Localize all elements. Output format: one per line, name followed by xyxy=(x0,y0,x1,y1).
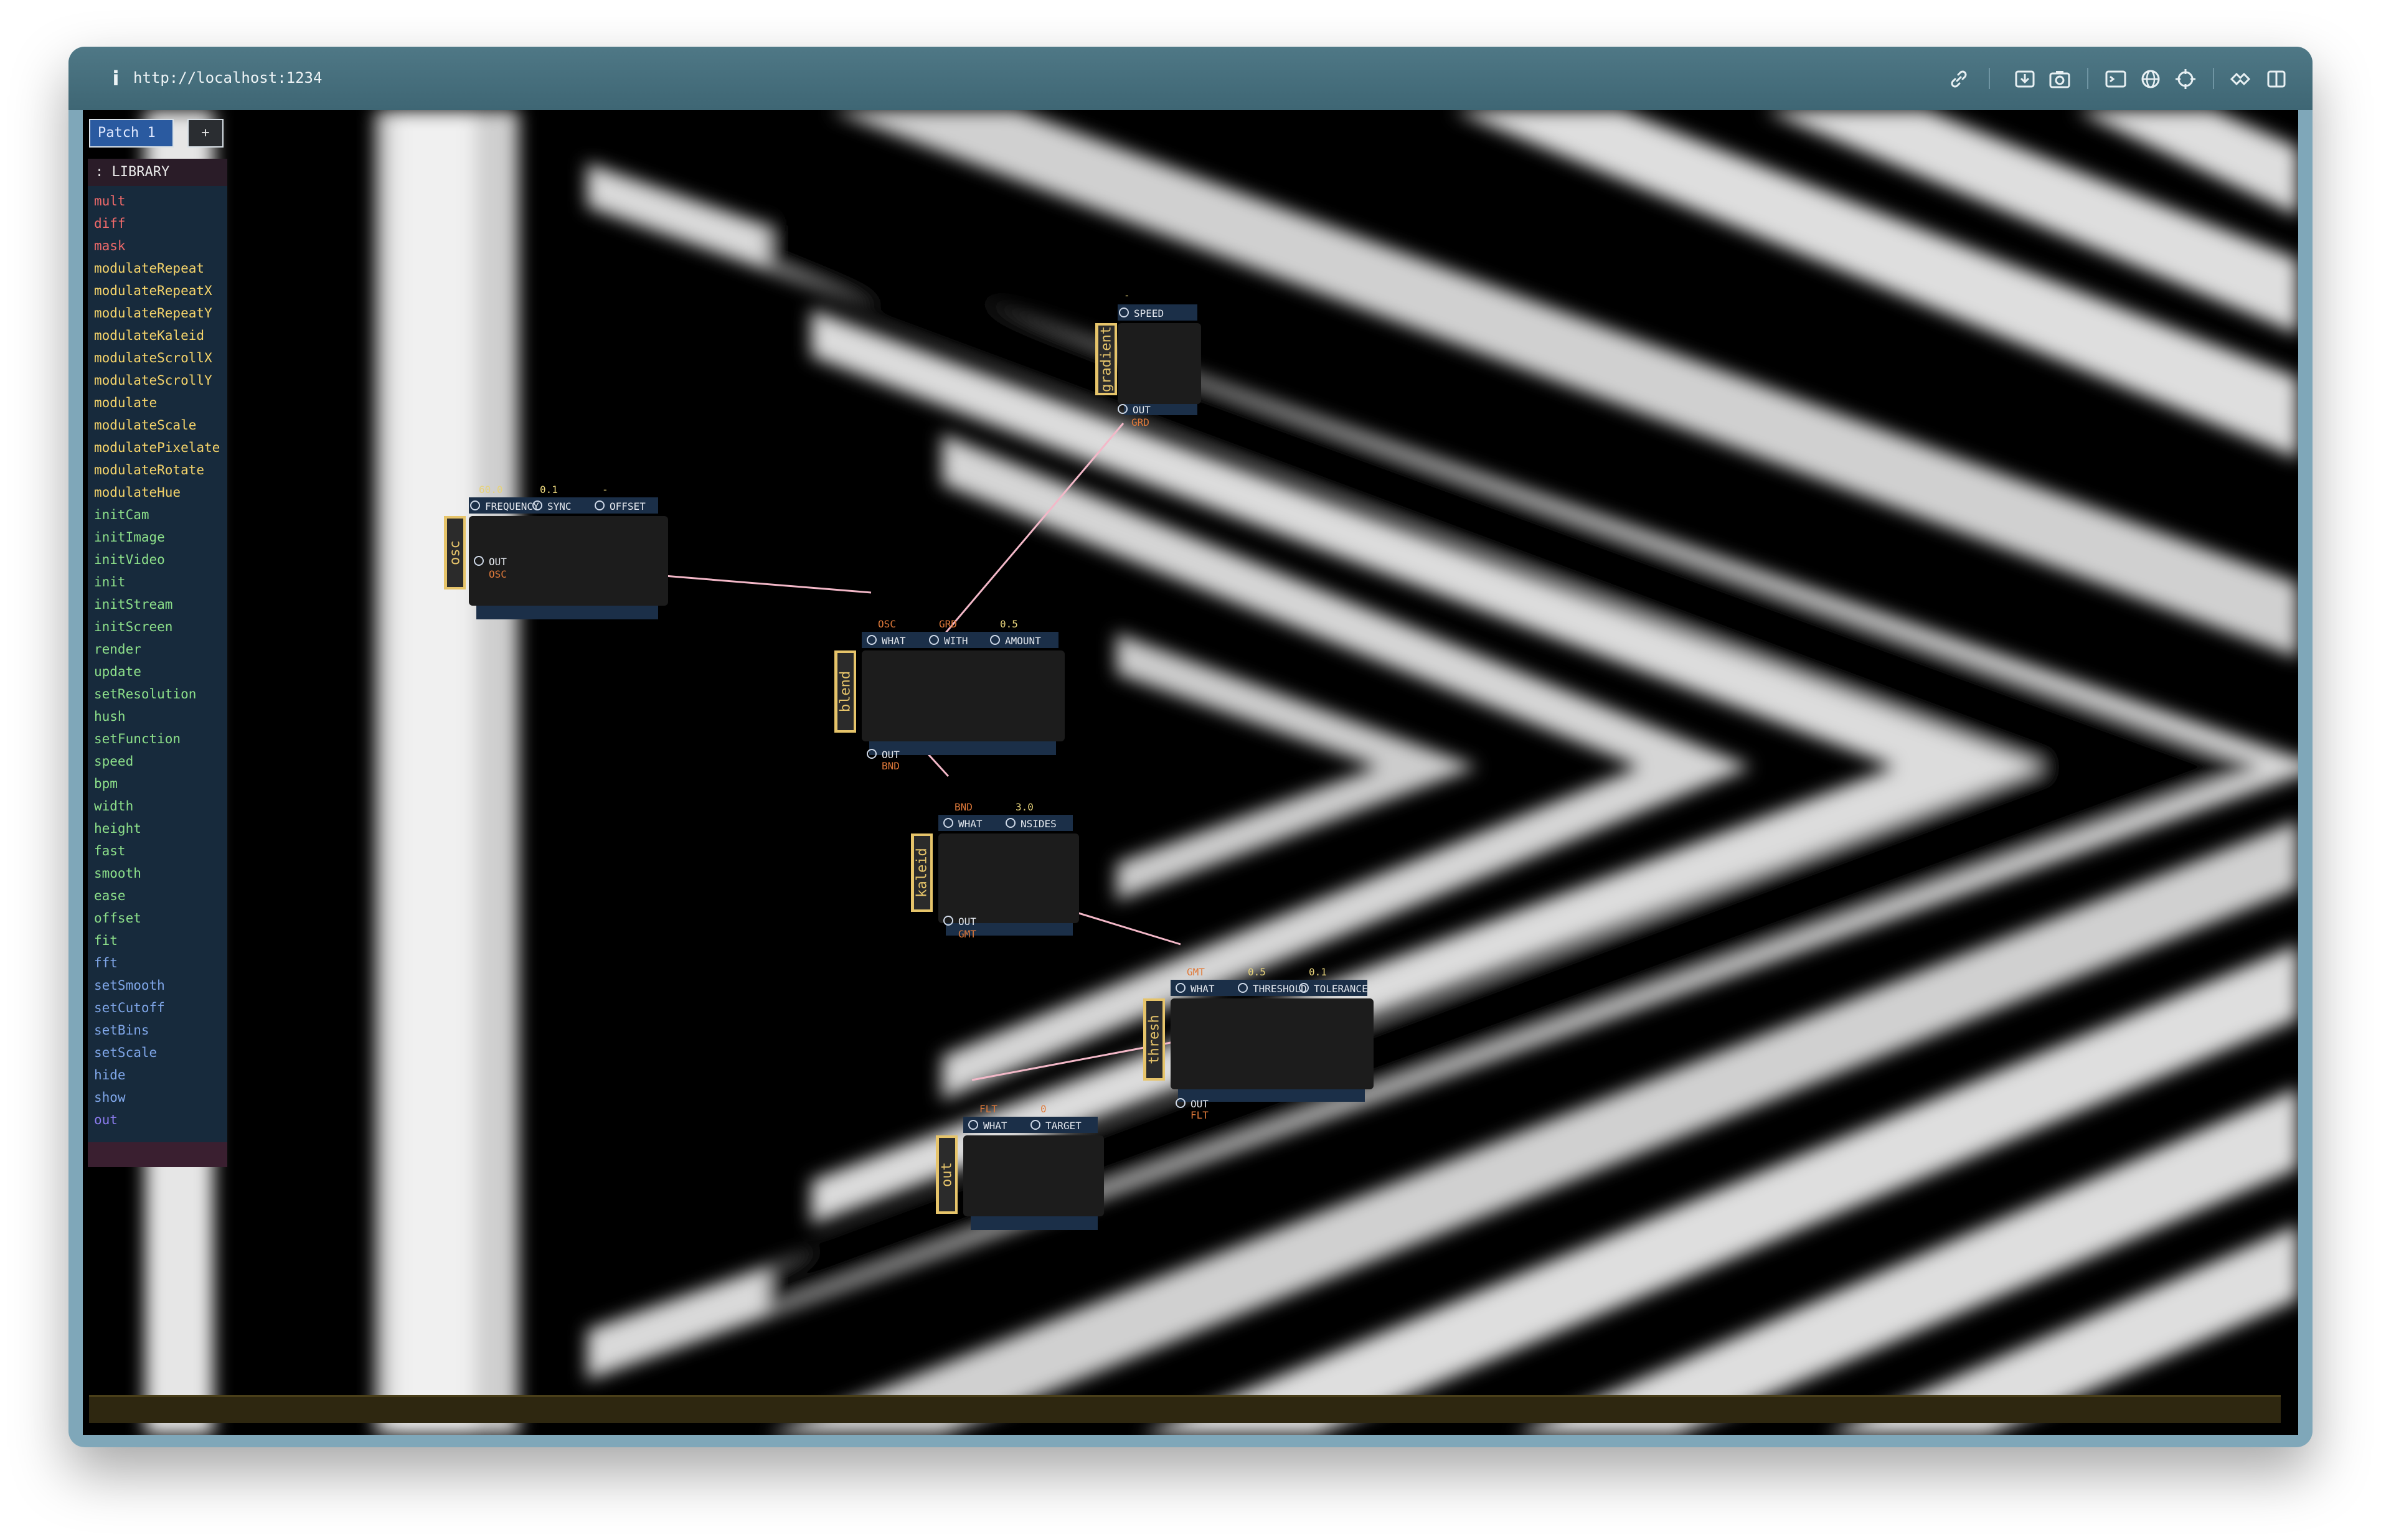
node-thresh[interactable]: GMT 0.5 0.1 WHAT THRESHOLD TOLERANCE thr… xyxy=(1143,966,1374,1121)
bottom-console-bar[interactable] xyxy=(89,1395,2281,1423)
browser-window: i http://localhost:1234 Patch 1 +: LIBR… xyxy=(68,47,2313,1447)
node-name-tag[interactable]: thresh xyxy=(1143,998,1165,1081)
node-body xyxy=(1171,998,1374,1089)
node-name-tag[interactable]: out xyxy=(936,1135,958,1214)
what-label: WHAT xyxy=(1190,983,1215,995)
nsides-label: NSIDES xyxy=(1021,818,1057,830)
node-name: gradient xyxy=(1098,326,1115,392)
out-port[interactable] xyxy=(1118,404,1128,414)
toolbar-divider xyxy=(2087,68,2088,89)
with-port[interactable] xyxy=(929,635,939,645)
node-osc[interactable]: 60.0 0.1 - FREQUENCY SYNC OFFSET osc OUT… xyxy=(444,484,668,628)
out-tag: OSC xyxy=(489,568,507,580)
what-label: WHAT xyxy=(882,635,906,647)
what-source: GMT xyxy=(1187,966,1205,978)
download-icon[interactable] xyxy=(2012,67,2037,92)
node-kaleid[interactable]: BND 3.0 WHAT NSIDES kaleid OUT GMT xyxy=(911,801,1079,951)
out-tag: BND xyxy=(882,760,900,772)
split-view-icon[interactable] xyxy=(2264,67,2289,92)
address-bar[interactable]: http://localhost:1234 xyxy=(133,64,322,92)
node-name: blend xyxy=(837,670,854,713)
globe-icon[interactable] xyxy=(2138,67,2163,92)
out-port[interactable] xyxy=(943,916,953,926)
node-out[interactable]: FLT 0 WHAT TARGET out xyxy=(936,1103,1104,1246)
sync-port[interactable] xyxy=(532,500,542,510)
out-port[interactable] xyxy=(474,556,484,566)
terminal-icon[interactable] xyxy=(2103,67,2128,92)
tolerance-label: TOLERANCE xyxy=(1314,983,1368,995)
sync-value[interactable]: 0.1 xyxy=(540,484,558,495)
what-source: FLT xyxy=(979,1103,997,1115)
link-icon[interactable] xyxy=(1946,67,1971,92)
out-label: OUT xyxy=(958,916,976,927)
toolbar-divider xyxy=(1989,68,1990,89)
node-name: out xyxy=(939,1162,955,1187)
speed-value[interactable]: - xyxy=(1124,289,1130,301)
target-value[interactable]: 0 xyxy=(1040,1103,1047,1115)
node-blend[interactable]: OSC GRD 0.5 WHAT WITH AMOUNT blend OUT B… xyxy=(834,618,1065,772)
what-source: BND xyxy=(955,801,973,813)
out-tag: GRD xyxy=(1131,416,1149,428)
with-source: GRD xyxy=(939,618,957,630)
node-name-tag[interactable]: blend xyxy=(834,650,856,733)
camera-icon[interactable] xyxy=(2047,67,2072,92)
toolbar-divider xyxy=(2213,68,2214,89)
node-body xyxy=(938,833,1079,923)
frequency-label: FREQUENCY xyxy=(485,500,539,512)
mixer-icon[interactable] xyxy=(2228,67,2253,92)
frequency-port[interactable] xyxy=(470,500,480,510)
title-bar: i http://localhost:1234 xyxy=(68,47,2313,110)
node-body xyxy=(1118,323,1201,404)
amount-label: AMOUNT xyxy=(1005,635,1041,647)
out-port[interactable] xyxy=(867,749,877,759)
what-port[interactable] xyxy=(1176,983,1186,993)
tolerance-value[interactable]: 0.1 xyxy=(1309,966,1327,978)
canvas-viewport[interactable]: Patch 1 + : LIBRARY mult diff mask modulate… xyxy=(83,110,2298,1435)
out-tag: FLT xyxy=(1190,1109,1209,1121)
what-label: WHAT xyxy=(958,818,983,830)
tolerance-port[interactable] xyxy=(1299,983,1309,993)
frequency-value[interactable]: 60.0 xyxy=(479,484,503,495)
node-name: thresh xyxy=(1146,1015,1162,1064)
target-label: TARGET xyxy=(1045,1120,1082,1132)
what-port[interactable] xyxy=(943,818,953,828)
out-label: OUT xyxy=(1133,404,1151,416)
node-name: kaleid xyxy=(914,848,930,898)
target-port[interactable] xyxy=(1030,1120,1040,1130)
wire-gradient-blend xyxy=(939,423,1124,640)
offset-value[interactable]: - xyxy=(602,484,608,495)
offset-port[interactable] xyxy=(595,500,605,510)
what-label: WHAT xyxy=(983,1120,1007,1132)
out-tag: GMT xyxy=(958,928,976,940)
out-label: OUT xyxy=(489,556,507,568)
info-button[interactable]: i xyxy=(103,63,128,94)
nsides-value[interactable]: 3.0 xyxy=(1016,801,1034,813)
node-name: osc xyxy=(447,540,463,565)
speed-port[interactable] xyxy=(1119,308,1129,317)
node-name-tag[interactable]: osc xyxy=(444,516,466,589)
speed-label: SPEED xyxy=(1134,308,1164,319)
out-port[interactable] xyxy=(1176,1098,1186,1108)
node-name-tag[interactable]: gradient xyxy=(1095,323,1117,395)
sync-label: SYNC xyxy=(547,500,572,512)
out-label: OUT xyxy=(882,749,900,761)
amount-port[interactable] xyxy=(990,635,1000,645)
what-port[interactable] xyxy=(968,1120,978,1130)
crosshair-icon[interactable] xyxy=(2173,67,2198,92)
nsides-port[interactable] xyxy=(1006,818,1016,828)
node-body xyxy=(963,1135,1104,1216)
what-source: OSC xyxy=(878,618,896,630)
node-body xyxy=(862,650,1065,741)
offset-label: OFFSET xyxy=(610,500,646,512)
threshold-port[interactable] xyxy=(1238,983,1248,993)
with-label: WITH xyxy=(944,635,968,647)
node-gradient[interactable]: - SPEED gradient OUT GRD xyxy=(1095,289,1201,428)
what-port[interactable] xyxy=(867,635,877,645)
node-name-tag[interactable]: kaleid xyxy=(911,833,933,912)
out-label: OUT xyxy=(1190,1098,1209,1110)
threshold-value[interactable]: 0.5 xyxy=(1248,966,1266,978)
amount-value[interactable]: 0.5 xyxy=(1000,618,1018,630)
